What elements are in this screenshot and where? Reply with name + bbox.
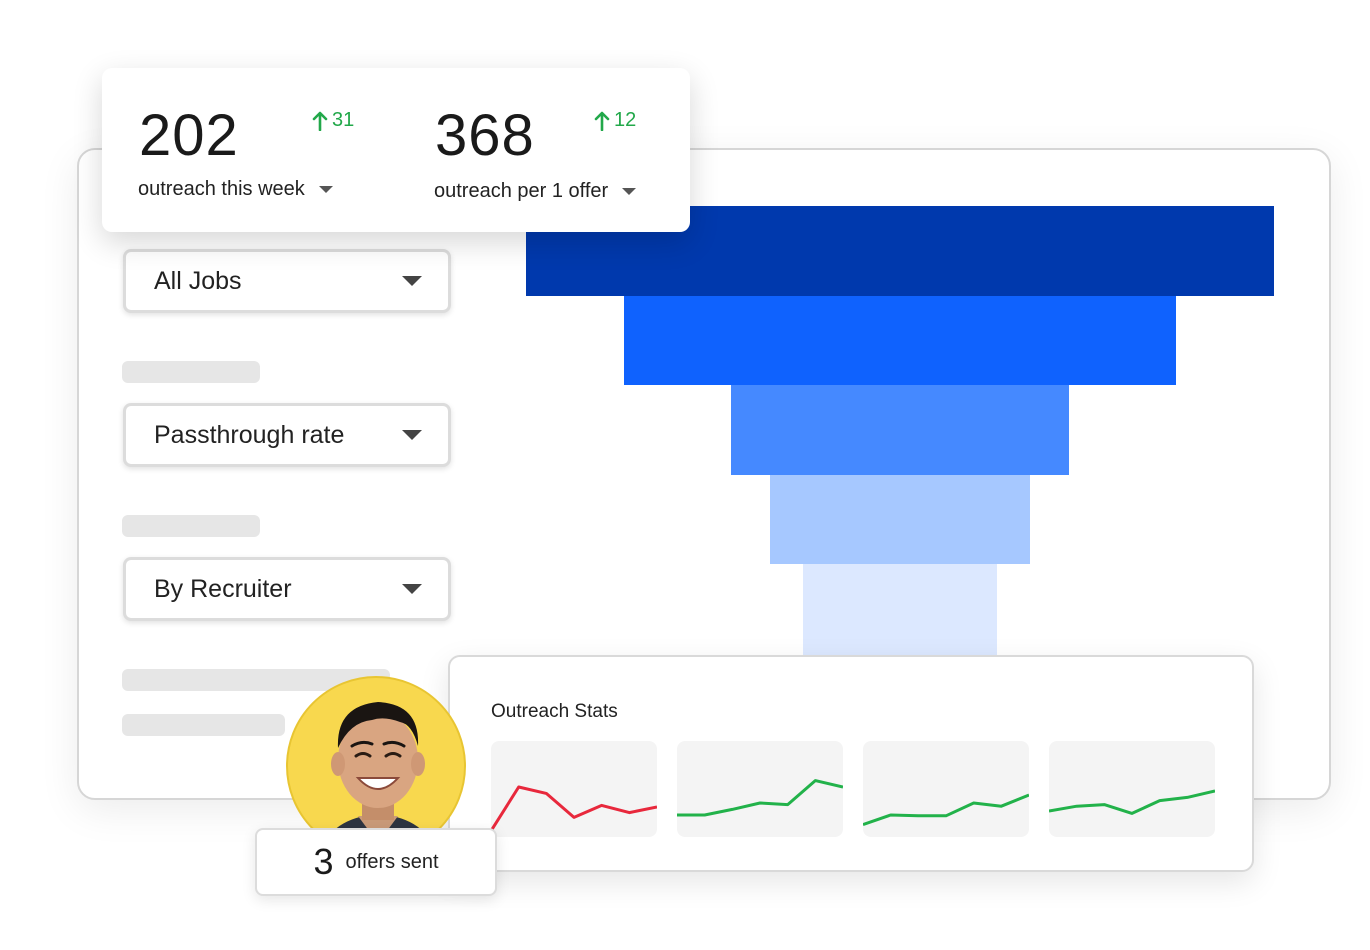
offers-count: 3 <box>313 841 334 882</box>
metrics-card: 202 31 outreach this week 368 12 outreac… <box>102 68 690 232</box>
sparkline-chart <box>1049 789 1215 815</box>
sparkline-chart <box>863 793 1029 827</box>
metric-dropdown[interactable]: Passthrough rate <box>123 403 451 467</box>
metric-dropdown-label: Passthrough rate <box>154 420 345 449</box>
caret-down-icon <box>402 276 422 286</box>
sparkline-chart <box>491 785 657 832</box>
grouping-dropdown-label: By Recruiter <box>154 574 292 603</box>
metric-delta-value: 31 <box>332 109 355 131</box>
sparkline-line <box>863 793 1029 827</box>
arrow-up-icon <box>594 111 610 131</box>
placeholder-bar <box>122 361 260 383</box>
metric-delta: 12 <box>594 109 636 132</box>
metric-label-dropdown[interactable]: outreach this week <box>138 178 333 201</box>
grouping-dropdown[interactable]: By Recruiter <box>123 557 451 621</box>
placeholder-bar <box>122 714 285 736</box>
jobs-dropdown-label: All Jobs <box>154 266 242 295</box>
funnel-stage[interactable] <box>730 385 1070 475</box>
metric-label-dropdown[interactable]: outreach per 1 offer <box>434 180 637 203</box>
metric-delta-value: 12 <box>614 109 637 131</box>
offers-sent-card: 3 offers sent <box>255 828 497 896</box>
outreach-stats-title: Outreach Stats <box>491 701 618 722</box>
funnel-stage[interactable] <box>769 474 1031 564</box>
caret-down-icon <box>318 186 333 193</box>
sparkline-chart <box>677 779 843 817</box>
sparkline-card[interactable] <box>677 741 843 837</box>
sparkline-card[interactable] <box>1049 741 1215 837</box>
sparkline-line <box>677 779 843 817</box>
caret-down-icon <box>402 584 422 594</box>
metric-label: outreach this week <box>138 178 305 200</box>
sparkline-card[interactable] <box>863 741 1029 837</box>
metric-value: 368 <box>435 103 535 168</box>
jobs-dropdown[interactable]: All Jobs <box>123 249 451 313</box>
sparkline-card[interactable] <box>491 741 657 837</box>
metric-value: 202 <box>139 103 239 168</box>
caret-down-icon <box>402 430 422 440</box>
metric-label: outreach per 1 offer <box>434 180 609 202</box>
offers-label: offers sent <box>345 850 439 873</box>
sparkline-line <box>1049 789 1215 815</box>
outreach-stats-card: Outreach Stats <box>448 655 1254 872</box>
sparkline-line <box>491 785 657 832</box>
placeholder-bar <box>122 515 260 537</box>
funnel-stage[interactable] <box>624 295 1176 385</box>
funnel-stage[interactable] <box>803 564 997 664</box>
caret-down-icon <box>622 188 637 195</box>
arrow-up-icon <box>312 111 328 131</box>
metric-delta: 31 <box>312 109 354 132</box>
